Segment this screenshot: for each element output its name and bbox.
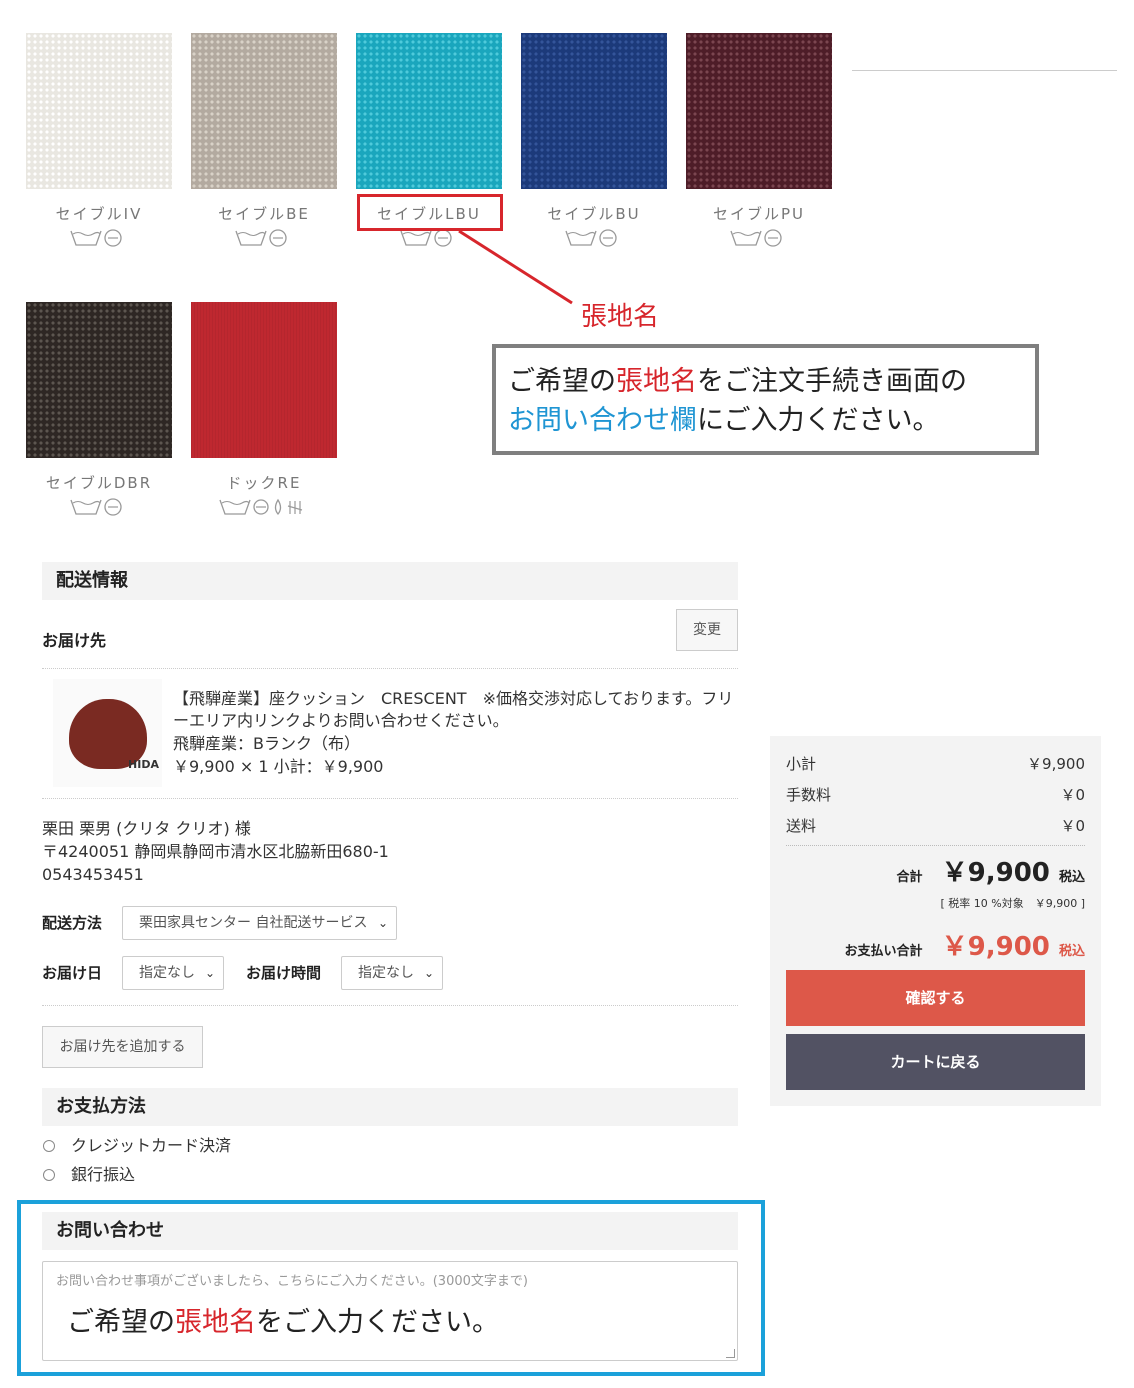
callout-arrow-line — [458, 229, 573, 305]
recipient-address: 〒4240051 静岡県静岡市清水区北脇新田680-1 — [42, 842, 389, 861]
section-title-inquiry: お問い合わせ — [42, 1212, 738, 1250]
section-title-delivery: 配送情報 — [42, 562, 738, 600]
fee-row: 手数料 ￥0 — [786, 784, 1085, 805]
order-summary-panel: 小計 ￥9,900 手数料 ￥0 送料 ￥0 合計 ￥9,900 税込 [ 税率… — [770, 736, 1101, 1106]
recipient-name: 栗田 栗男 (クリタ クリオ) 様 — [42, 819, 251, 838]
change-button[interactable]: 変更 — [676, 609, 738, 651]
product-title: 【飛騨産業】座クッション CRESCENT ※価格交渉対応しております。フリーエ… — [173, 689, 734, 730]
shipping-value: ￥0 — [1060, 817, 1085, 835]
product-price-line: ￥9,900 × 1 小計：￥9,900 — [173, 757, 384, 776]
add-destination-button[interactable]: お届け先を追加する — [42, 1026, 203, 1068]
total-value: ￥9,900 — [941, 858, 1050, 888]
callout-text-red: 張地名 — [616, 366, 697, 397]
fee-label: 手数料 — [786, 786, 832, 804]
shipping-row: 送料 ￥0 — [786, 815, 1085, 836]
shipping-method-label: 配送方法 — [42, 914, 103, 932]
shipping-label: 送料 — [786, 817, 817, 835]
delivery-date-select[interactable]: 指定なし ⌄ — [122, 956, 224, 990]
swatch-name: セイブルDBR — [45, 474, 153, 492]
subtotal-label: 小計 — [786, 755, 817, 773]
product-image: HIDA — [53, 679, 162, 787]
chevron-down-icon: ⌄ — [204, 966, 215, 980]
callout-text: ご希望の — [508, 366, 616, 397]
divider — [786, 845, 1085, 846]
back-to-cart-button[interactable]: カートに戻る — [786, 1034, 1085, 1090]
annotation-text: をご入力ください。 — [256, 1307, 499, 1338]
product-variant: 飛騨産業：Bランク（布） — [173, 734, 360, 753]
annotation-text-red: 張地名 — [175, 1307, 256, 1338]
payment-total-label: お支払い合計 — [844, 944, 923, 959]
inquiry-placeholder: お問い合わせ事項がございましたら、こちらにご入力ください。(3000文字まで) — [56, 1274, 528, 1289]
care-icons — [26, 496, 172, 518]
payment-option-credit[interactable]: クレジットカード決済 — [71, 1135, 231, 1157]
payment-radio-credit[interactable] — [43, 1140, 55, 1152]
shipping-method-select[interactable]: 栗田家具センター 自社配送サービス ⌄ — [122, 906, 397, 940]
chevron-down-icon: ⌄ — [377, 916, 388, 930]
total-tax-incl: 税込 — [1058, 870, 1085, 885]
swatch-name: ドックRE — [226, 474, 302, 492]
delivery-time-value: 指定なし — [358, 965, 414, 981]
payment-option-bank[interactable]: 銀行振込 — [71, 1164, 135, 1186]
product-image-brand: HIDA — [128, 758, 159, 771]
payment-total-tax-incl: 税込 — [1058, 944, 1085, 959]
delivery-time-label: お届け時間 — [246, 964, 322, 982]
delivery-date-label: お届け日 — [42, 964, 103, 982]
recipient-phone: 0543453451 — [42, 865, 144, 884]
inquiry-textarea[interactable]: お問い合わせ事項がございましたら、こちらにご入力ください。(3000文字まで) … — [42, 1261, 738, 1361]
divider — [42, 668, 738, 669]
callout-text: をご注文手続き画面の — [697, 366, 967, 397]
section-title-payment: お支払方法 — [42, 1088, 738, 1126]
divider — [42, 1005, 738, 1006]
subtotal-value: ￥9,900 — [1027, 755, 1085, 773]
total-row: 合計 ￥9,900 税込 — [897, 852, 1085, 889]
destination-label: お届け先 — [42, 631, 107, 650]
callout-label: 張地名 — [581, 302, 660, 332]
callout-text-blue: お問い合わせ欄 — [508, 405, 697, 436]
payment-total-value: ￥9,900 — [941, 932, 1050, 962]
callout-text: にご入力ください。 — [697, 405, 940, 436]
inquiry-annotation-text: ご希望の張地名をご入力ください。 — [67, 1300, 499, 1339]
delivery-time-select[interactable]: 指定なし ⌄ — [341, 956, 443, 990]
total-label: 合計 — [896, 870, 923, 885]
delivery-date-value: 指定なし — [139, 965, 195, 981]
payment-radio-bank[interactable] — [43, 1169, 55, 1181]
payment-total-row: お支払い合計 ￥9,900 税込 — [845, 926, 1085, 963]
divider — [42, 798, 738, 799]
confirm-button[interactable]: 確認する — [786, 970, 1085, 1026]
resize-handle[interactable] — [726, 1349, 735, 1358]
annotation-text: ご希望の — [67, 1307, 175, 1338]
chevron-down-icon: ⌄ — [423, 966, 434, 980]
care-icons — [191, 496, 337, 518]
fee-value: ￥0 — [1060, 786, 1085, 804]
subtotal-row: 小計 ￥9,900 — [786, 753, 1085, 774]
shipping-method-value: 栗田家具センター 自社配送サービス — [139, 915, 368, 931]
instruction-callout-box: ご希望の張地名をご注文手続き画面の お問い合わせ欄にご入力ください。 — [492, 344, 1039, 455]
tax-note: [ 税率 10 %対象 ￥9,900 ] — [940, 897, 1085, 910]
